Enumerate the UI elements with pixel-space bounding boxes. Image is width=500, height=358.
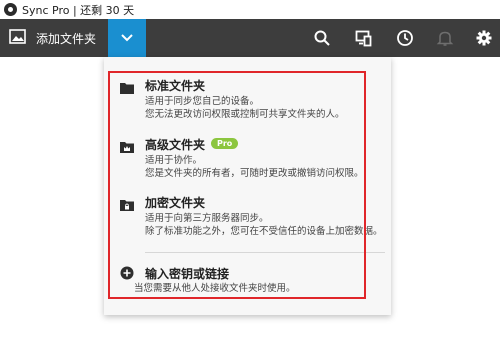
search-icon[interactable] [313, 29, 331, 47]
menu-item-encrypted-folder[interactable]: 加密文件夹 适用于向第三方服务器同步。 除了标准功能之外，您可在不受信任的设备上… [104, 194, 391, 240]
menu-item-desc: 当您需要从他人处接收文件夹时使用。 [134, 283, 296, 294]
menu-item-desc: 除了标准功能之外，您可在不受信任的设备上加密数据。 [145, 226, 383, 237]
add-folder-label: 添加文件夹 [36, 32, 97, 46]
pro-badge: Pro [211, 138, 239, 149]
app-logo-icon [4, 3, 17, 16]
menu-item-desc: 适用于协作。 [145, 155, 203, 166]
menu-item-desc: 适用于向第三方服务器同步。 [145, 213, 269, 224]
add-folder-dropdown-button[interactable] [108, 19, 146, 57]
add-folder-menu: 标准文件夹 适用于同步您自己的设备。 您无法更改访问权限或控制可共享文件夹的人。… [104, 57, 391, 315]
crown-folder-icon [120, 138, 134, 157]
menu-item-title: 标准文件夹 [145, 79, 206, 93]
menu-item-advanced-folder[interactable]: 高级文件夹 Pro 适用于协作。 您是文件夹的所有者，可随时更改或撤销访问权限。 [104, 136, 391, 182]
window-title: Sync Pro | 还剩 30 天 [22, 4, 135, 17]
add-circle-icon [120, 265, 134, 284]
clock-icon[interactable] [396, 29, 414, 47]
folder-image-icon [9, 29, 27, 49]
menu-item-enter-key-or-link[interactable]: 输入密钥或链接 当您需要从他人处接收文件夹时使用。 [104, 265, 391, 299]
lock-folder-icon [120, 196, 134, 215]
menu-divider [145, 252, 385, 253]
gear-icon[interactable] [475, 29, 493, 47]
add-folder-button[interactable]: 添加文件夹 [0, 19, 108, 57]
chevron-down-icon [121, 34, 133, 42]
devices-icon[interactable] [355, 29, 373, 47]
menu-item-desc: 您无法更改访问权限或控制可共享文件夹的人。 [145, 109, 345, 120]
title-bar: Sync Pro | 还剩 30 天 [0, 0, 500, 20]
folder-icon [120, 79, 134, 98]
toolbar: 添加文件夹 [0, 19, 500, 57]
menu-item-desc: 适用于同步您自己的设备。 [145, 96, 260, 107]
menu-item-title: 高级文件夹 [145, 138, 206, 152]
bell-icon[interactable] [436, 29, 454, 47]
menu-item-desc: 您是文件夹的所有者，可随时更改或撤销访问权限。 [145, 168, 364, 179]
menu-item-title: 加密文件夹 [145, 196, 206, 210]
menu-item-standard-folder[interactable]: 标准文件夹 适用于同步您自己的设备。 您无法更改访问权限或控制可共享文件夹的人。 [104, 77, 391, 123]
menu-item-title: 输入密钥或链接 [145, 267, 230, 281]
